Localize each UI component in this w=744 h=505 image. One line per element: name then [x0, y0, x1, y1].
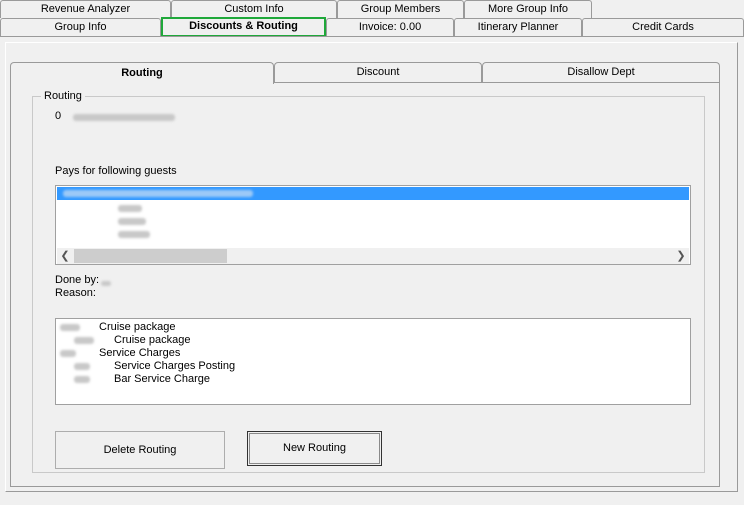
guest-row[interactable]: [118, 202, 142, 214]
guest-row-selected[interactable]: [57, 187, 689, 200]
scroll-thumb[interactable]: [74, 249, 227, 263]
tab-custom-info[interactable]: Custom Info: [171, 0, 337, 18]
tab-credit-cards[interactable]: Credit Cards: [582, 18, 744, 36]
scroll-right-icon[interactable]: ❯: [673, 248, 689, 264]
tab-revenue-analyzer[interactable]: Revenue Analyzer: [0, 0, 171, 18]
departments-listbox[interactable]: Cruise package Cruise package Service Ch…: [55, 318, 691, 405]
tab-disallow-dept[interactable]: Disallow Dept: [482, 62, 720, 82]
guests-hscrollbar[interactable]: ❮ ❯: [57, 248, 689, 264]
dept-name: Cruise package: [99, 321, 176, 333]
guest-row[interactable]: [118, 228, 150, 240]
routing-groupbox: [32, 96, 705, 473]
routing-group-label: Routing: [41, 90, 85, 102]
tab-discounts-routing[interactable]: Discounts & Routing: [161, 17, 326, 37]
tab-routing[interactable]: Routing: [10, 62, 274, 84]
dept-name: Bar Service Charge: [114, 373, 210, 385]
dept-name: Service Charges: [99, 347, 181, 359]
done-by-label: Done by:: [55, 274, 100, 286]
routing-number: 0: [55, 110, 62, 122]
tab-group-info[interactable]: Group Info: [0, 18, 161, 36]
guest-row[interactable]: [118, 215, 146, 227]
reason-label: Reason:: [55, 287, 96, 299]
tab-discount[interactable]: Discount: [274, 62, 482, 82]
dept-name: Service Charges Posting: [114, 360, 236, 372]
delete-routing-button[interactable]: Delete Routing: [55, 431, 225, 469]
guests-listbox[interactable]: ❮ ❯: [55, 185, 691, 265]
done-by-value-redacted: [101, 277, 111, 289]
scroll-left-icon[interactable]: ❮: [57, 248, 73, 264]
routing-name-redacted: [73, 111, 175, 123]
tab-itinerary-planner[interactable]: Itinerary Planner: [454, 18, 582, 36]
tab-more-group-info[interactable]: More Group Info: [464, 0, 592, 18]
pays-for-label: Pays for following guests: [55, 165, 177, 177]
dept-name: Cruise package: [114, 334, 191, 346]
tab-invoice[interactable]: Invoice: 0.00: [326, 18, 454, 36]
tab-group-members[interactable]: Group Members: [337, 0, 464, 18]
new-routing-button[interactable]: New Routing: [247, 431, 382, 466]
